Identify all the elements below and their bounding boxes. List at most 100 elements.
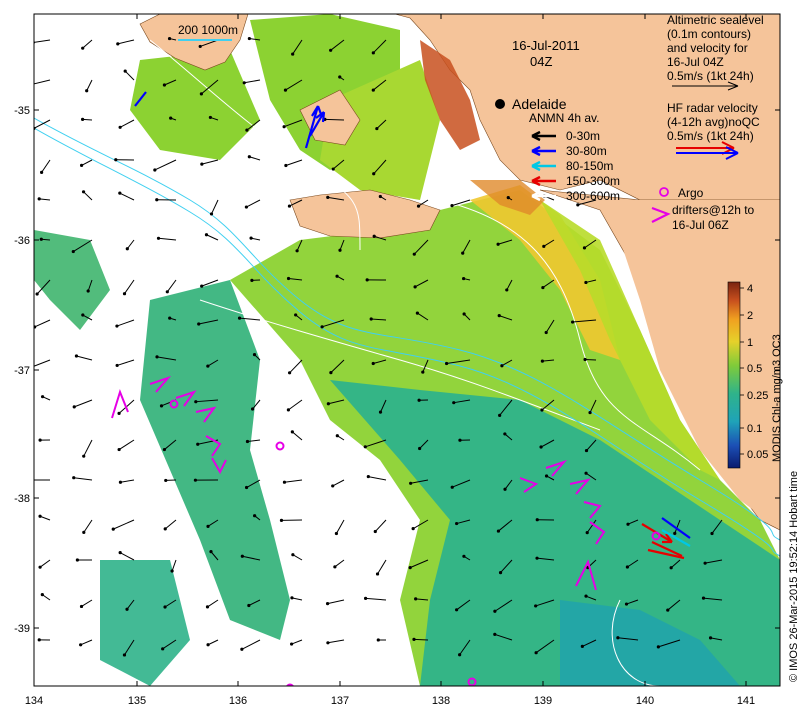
velocity-arrow-head	[37, 638, 41, 642]
argo-legend-line-3: 16-Jul 06Z	[672, 218, 729, 232]
velocity-arrow-head	[163, 527, 167, 531]
velocity-arrow-head	[496, 529, 501, 533]
velocity-arrow-head	[125, 607, 129, 611]
velocity-arrow-head	[240, 554, 244, 558]
velocity-arrow-head	[282, 125, 286, 129]
velocity-arrow-head	[584, 594, 588, 598]
velocity-arrow-head	[331, 484, 335, 488]
velocity-arrow-head	[365, 278, 369, 282]
velocity-arrow-head	[81, 190, 86, 194]
velocity-arrow-head	[290, 430, 294, 434]
velocity-arrow-head	[31, 83, 34, 86]
velocity-arrow	[324, 118, 345, 121]
velocity-arrow-head	[197, 322, 201, 326]
velocity-arrow-head	[162, 447, 167, 452]
x-tick-label: 140	[636, 695, 654, 707]
velocity-arrow-head	[247, 603, 251, 608]
velocity-arrow-head	[378, 194, 382, 199]
x-tick-label: 135	[128, 695, 146, 707]
velocity-arrow-head	[196, 442, 200, 446]
velocity-arrow-head	[111, 527, 115, 531]
velocity-arrow-head	[540, 359, 544, 363]
velocity-arrow-head	[503, 487, 507, 491]
velocity-arrow-head	[40, 170, 44, 174]
velocity-arrow-head	[118, 480, 123, 484]
anmn-legend-title: ANMN 4h av.	[529, 111, 599, 125]
velocity-arrow-head	[118, 551, 122, 555]
velocity-arrow-head	[363, 596, 368, 600]
velocity-arrow-head	[123, 69, 127, 73]
velocity-arrow-head	[205, 605, 210, 609]
velocity-arrow-head	[290, 596, 294, 600]
velocity-arrow-head	[571, 320, 575, 324]
velocity-arrow-head	[414, 597, 418, 601]
velocity-arrow-head	[625, 565, 629, 569]
velocity-arrow-head	[245, 439, 250, 444]
y-tick-label: -39	[14, 623, 30, 635]
velocity-arrow-head	[40, 395, 45, 399]
velocity-arrow-head	[287, 204, 292, 208]
anmn-legend-label: 300-600m	[566, 189, 620, 203]
velocity-arrow-head	[194, 400, 198, 404]
velocity-arrow-head	[418, 446, 422, 451]
y-tick-label: -38	[14, 493, 30, 505]
velocity-arrow-head	[206, 643, 210, 647]
velocity-arrow-head	[295, 249, 299, 253]
velocity-arrow-head	[588, 410, 592, 415]
velocity-arrow-head	[80, 117, 85, 121]
x-tick-label: 141	[737, 695, 755, 707]
velocity-arrow-head	[506, 196, 510, 200]
velocity-arrow-head	[117, 447, 121, 452]
velocity-arrow-head	[72, 476, 76, 480]
colorbar-tick-label: 0.1	[747, 423, 762, 435]
velocity-arrow-head	[82, 530, 86, 534]
velocity-arrow-head	[371, 88, 375, 92]
velocity-arrow-head	[503, 432, 507, 436]
y-tick-label: -35	[14, 105, 30, 117]
velocity-arrow-head	[338, 75, 342, 79]
velocity-arrow-head	[116, 42, 120, 46]
velocity-arrow-head	[498, 413, 502, 417]
velocity-arrow-head	[122, 653, 127, 657]
velocity-arrow-head	[624, 602, 629, 606]
velocity-arrow-head	[163, 605, 167, 609]
velocity-arrow-head	[666, 608, 670, 612]
velocity-arrow-head	[673, 531, 677, 535]
x-tick-label: 136	[229, 695, 247, 707]
velocity-arrow-head	[242, 81, 246, 85]
y-tick-label: -37	[14, 365, 30, 377]
velocity-arrow-head	[496, 242, 500, 246]
velocity-arrow-head	[206, 364, 210, 368]
alt-legend-line-4: 16-Jul 04Z	[667, 55, 724, 69]
velocity-arrow-head	[200, 162, 204, 166]
velocity-arrow-head	[114, 158, 118, 162]
velocity-arrow-head	[584, 448, 589, 453]
velocity-arrow-head	[703, 561, 707, 565]
hf-legend-line-3: 0.5m/s (1kt 24h)	[667, 129, 754, 143]
alt-legend-line-2: (0.1m contours)	[667, 27, 751, 41]
altimetric-legend: Altimetric sealevel (0.1m contours) and …	[667, 13, 764, 91]
velocity-arrow-head	[542, 244, 546, 248]
velocity-arrow-head	[294, 313, 298, 317]
velocity-arrow-head	[169, 116, 173, 120]
velocity-arrow-head	[701, 596, 706, 600]
velocity-arrow-head	[583, 357, 587, 362]
velocity-arrow-head	[415, 311, 420, 315]
velocity-arrow-head	[452, 401, 456, 405]
velocity-arrow-head	[34, 325, 37, 329]
map-hour: 04Z	[530, 54, 552, 69]
hf-legend-line-2: (4-12h avg)noQC	[667, 115, 760, 129]
alt-legend-line-5: 0.5m/s (1kt 24h)	[667, 69, 754, 83]
velocity-arrow-head	[162, 83, 167, 87]
velocity-arrow-head	[669, 566, 673, 570]
velocity-arrow-head	[117, 411, 121, 415]
velocity-arrow-head	[462, 554, 466, 558]
velocity-arrow-head	[115, 363, 119, 368]
map-date: 16-Jul-2011	[512, 38, 580, 53]
velocity-arrow-head	[247, 155, 251, 159]
velocity-arrow-head	[82, 454, 86, 458]
argo-legend-line-2: drifters@12h to	[672, 203, 755, 217]
velocity-arrow-head	[115, 324, 119, 328]
velocity-arrow-head	[85, 89, 89, 93]
velocity-arrow-head	[331, 167, 335, 171]
